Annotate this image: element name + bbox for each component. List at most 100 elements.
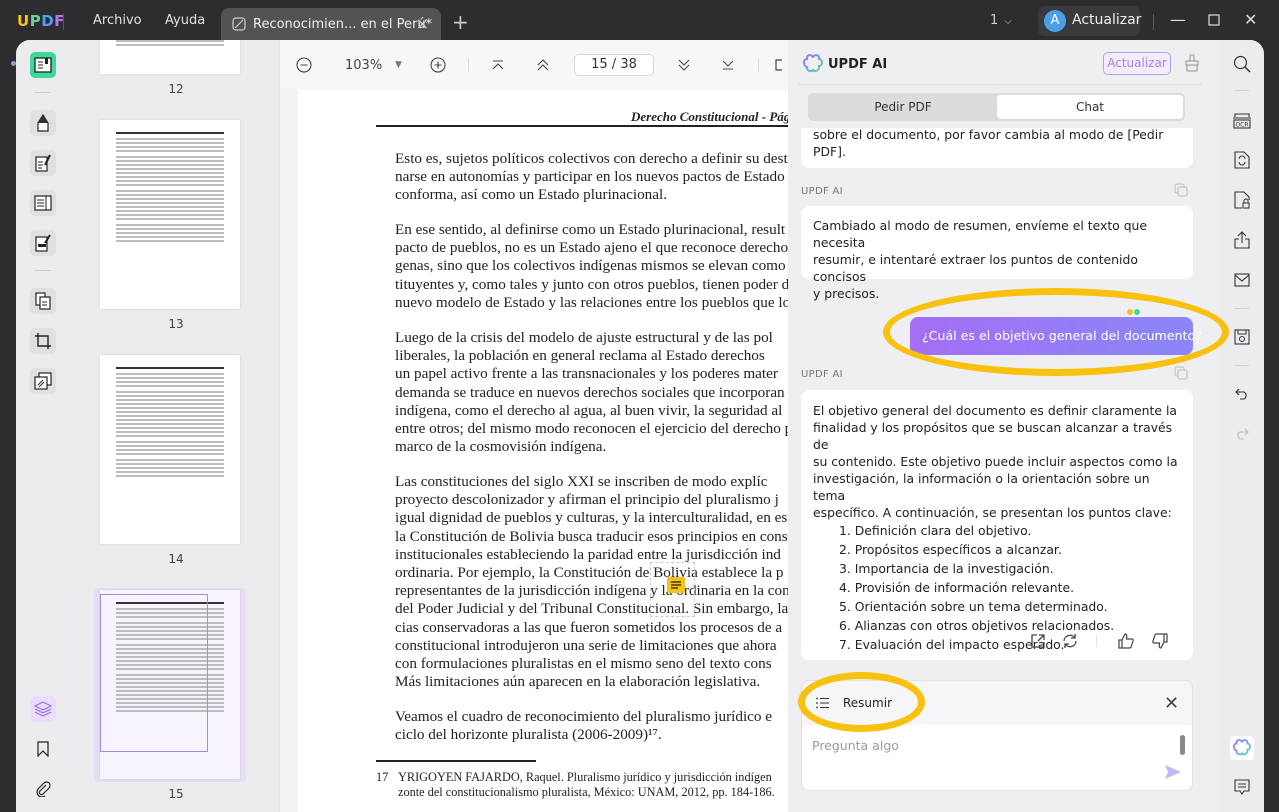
ai-upgrade-button[interactable]: Actualizar — [1103, 52, 1171, 75]
crop-tool[interactable] — [30, 328, 56, 354]
ocr-button[interactable]: OCR — [1231, 110, 1253, 132]
footnote-text: YRIGOYEN FAJARDO, Raquel. Pluralismo jur… — [398, 770, 772, 784]
list-item: 3. Importancia de la investigación. — [839, 561, 1054, 576]
window-count-dropdown[interactable]: 1 ⌵ — [990, 13, 1012, 28]
regenerate-icon[interactable] — [1061, 632, 1079, 650]
first-page-button[interactable] — [488, 55, 508, 75]
close-prompt-mode-icon[interactable]: ✕ — [1164, 693, 1179, 714]
attachment-tool[interactable] — [30, 776, 56, 802]
highlighter-icon — [37, 114, 49, 132]
upgrade-button[interactable]: A Actualizar — [1038, 6, 1142, 36]
current-page: 15 — [591, 57, 608, 72]
previous-page-button[interactable] — [533, 55, 553, 75]
message-sender: UPDF AI — [801, 186, 843, 197]
thumbs-down-icon[interactable] — [1151, 632, 1169, 650]
chat-composer: Resumir ✕ — [801, 680, 1193, 791]
form-tool[interactable] — [30, 190, 56, 216]
divider — [1235, 308, 1249, 309]
divider — [35, 270, 51, 271]
edit-mode-icon — [232, 17, 246, 31]
comment-tool[interactable] — [30, 110, 56, 136]
export-icon[interactable] — [1029, 632, 1047, 650]
search-button[interactable] — [1231, 53, 1253, 75]
zoom-dropdown-caret[interactable]: ▼ — [395, 60, 402, 70]
email-icon — [1234, 273, 1250, 287]
edit-pdf-tool[interactable] — [30, 150, 56, 176]
maximize-button[interactable] — [1208, 11, 1220, 30]
page-view-icon — [775, 59, 782, 71]
document-tab[interactable]: Reconocimien... en el Perú* × — [221, 8, 441, 44]
clear-chat-icon[interactable] — [1184, 54, 1200, 72]
redact-tool[interactable] — [30, 230, 56, 256]
send-icon[interactable] — [1164, 763, 1182, 781]
undo-button[interactable] — [1231, 383, 1253, 405]
reader-tool[interactable] — [30, 52, 56, 78]
organize-pages-tool[interactable] — [30, 288, 56, 314]
ai-message: sobre el documento, por favor cambia al … — [801, 128, 1193, 168]
upgrade-label: Actualizar — [1072, 12, 1142, 28]
paperclip-icon — [36, 781, 51, 797]
minimize-button[interactable]: — — [1170, 10, 1186, 29]
copy-icon[interactable] — [1174, 183, 1188, 197]
list-item: 4. Provisión de información relevante. — [839, 580, 1075, 595]
right-toolbar: OCR — [1220, 40, 1264, 812]
convert-button[interactable] — [1231, 149, 1253, 171]
prompt-mode-bar: Resumir ✕ — [802, 681, 1192, 726]
list-icon — [816, 697, 829, 709]
copy-icon[interactable] — [1174, 366, 1188, 380]
tab-chat[interactable]: Chat — [997, 95, 1183, 119]
window-count: 1 — [990, 13, 999, 28]
save-button[interactable] — [1231, 326, 1253, 348]
page-thumbnail-14[interactable] — [100, 355, 240, 544]
updf-ai-logo-icon — [803, 54, 823, 73]
tab-pedir-pdf[interactable]: Pedir PDF — [810, 95, 996, 119]
ai-panel-title: UPDF AI — [828, 57, 888, 72]
page-view-button[interactable] — [773, 55, 785, 75]
email-button[interactable] — [1231, 269, 1253, 291]
divider — [468, 58, 469, 72]
new-tab-button[interactable]: + — [452, 10, 469, 34]
batch-tool[interactable] — [30, 368, 56, 394]
ai-panel: UPDF AI Actualizar Pedir PDF Chat sobre … — [788, 40, 1220, 812]
next-page-button[interactable] — [674, 55, 694, 75]
protect-button[interactable] — [1231, 189, 1253, 211]
svg-text:OCR: OCR — [1235, 122, 1248, 129]
updf-ai-button[interactable] — [1230, 736, 1254, 760]
prompt-mode-label[interactable]: Resumir — [843, 696, 892, 710]
close-window-button[interactable]: ✕ — [1244, 10, 1257, 29]
menu-ayuda[interactable]: Ayuda — [165, 13, 205, 28]
mode-switcher: Pedir PDF Chat — [808, 93, 1185, 121]
zoom-in-button[interactable] — [428, 55, 448, 75]
close-tab-icon[interactable]: × — [416, 14, 429, 33]
last-page-button[interactable] — [718, 55, 738, 75]
chat-input[interactable] — [812, 735, 1172, 755]
scrollbar[interactable] — [1180, 735, 1185, 755]
page-thumbnail-12[interactable] — [100, 40, 240, 74]
zoom-level[interactable]: 103% — [345, 58, 382, 73]
share-button[interactable] — [1231, 229, 1253, 251]
divider — [63, 14, 64, 30]
form-icon — [34, 195, 52, 211]
thumbs-up-icon[interactable] — [1117, 632, 1135, 650]
undo-icon — [1235, 388, 1247, 400]
comments-button[interactable] — [1231, 776, 1253, 798]
redo-button[interactable] — [1231, 423, 1253, 445]
page-thumbnail-15[interactable] — [100, 590, 240, 779]
sticky-note-icon[interactable] — [667, 577, 685, 593]
zoom-out-button[interactable] — [294, 55, 314, 75]
comment-list-icon — [1234, 779, 1250, 795]
menu-archivo[interactable]: Archivo — [93, 13, 142, 28]
paragraph: En ese sentido, al definirse como un Est… — [395, 221, 788, 311]
zoom-out-icon — [296, 57, 312, 73]
page-thumbnail-13[interactable] — [100, 120, 240, 309]
footnote-rule — [376, 760, 536, 762]
header-rule — [376, 125, 788, 127]
layers-tool[interactable] — [30, 696, 56, 722]
page-number-label: 14 — [168, 552, 184, 566]
search-icon — [1233, 55, 1251, 73]
page-number-input[interactable]: 15 / 38 — [574, 54, 654, 76]
bookmark-tool[interactable] — [30, 736, 56, 762]
avatar: A — [1044, 10, 1066, 32]
crop-icon — [35, 333, 51, 349]
edit-document-icon — [35, 154, 51, 172]
